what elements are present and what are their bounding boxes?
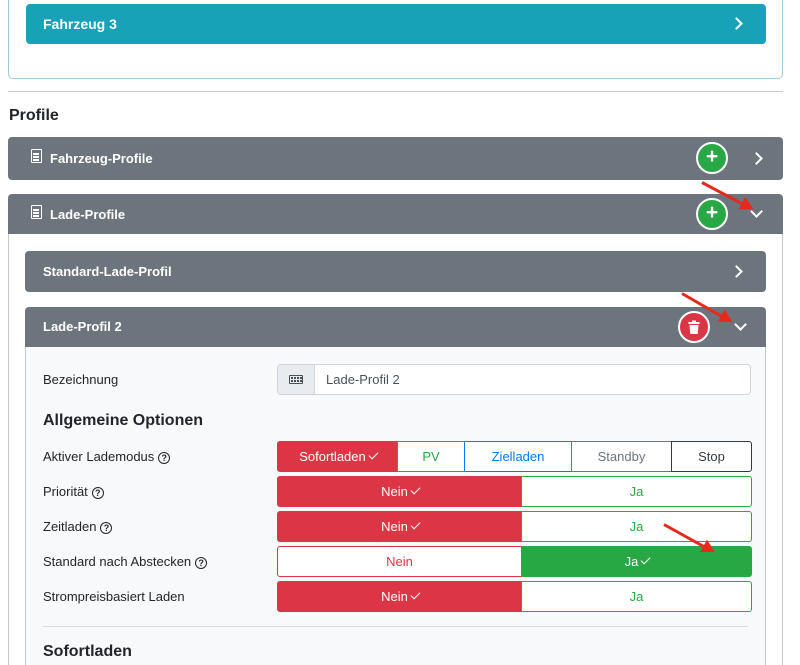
chevron-right-icon[interactable] xyxy=(730,265,743,278)
name-input-group xyxy=(277,364,751,395)
add-vehicle-profile-button[interactable]: + xyxy=(696,142,728,174)
check-icon xyxy=(640,554,651,565)
standard-profile-title: Standard-Lade-Profil xyxy=(43,264,172,279)
file-icon xyxy=(31,149,42,163)
default-unplug-yes-button[interactable]: Ja xyxy=(521,546,752,577)
default-unplug-label-text: Standard nach Abstecken xyxy=(43,554,192,569)
check-icon xyxy=(368,449,379,460)
profiles-section-title: Profile xyxy=(9,107,59,124)
priority-yes-label: Ja xyxy=(629,484,644,499)
price-based-yes-label: Ja xyxy=(629,589,644,604)
mode-sofortladen-button[interactable]: Sofortladen xyxy=(277,441,398,472)
standard-profile-header[interactable]: Standard-Lade-Profil xyxy=(25,251,766,292)
chevron-right-icon[interactable] xyxy=(730,17,743,30)
priority-label: Priorität? xyxy=(43,484,104,499)
vehicle-3-header[interactable]: Fahrzeug 3 xyxy=(26,4,766,44)
mode-pv-label: PV xyxy=(422,449,440,464)
help-icon[interactable]: ? xyxy=(91,487,104,499)
keyboard-prefix xyxy=(278,365,315,394)
priority-toggle: Nein Ja xyxy=(277,476,752,507)
default-unplug-yes-label: Ja xyxy=(624,554,639,569)
time-charging-no-label: Nein xyxy=(381,519,408,534)
name-label: Bezeichnung xyxy=(43,372,119,387)
chevron-right-icon[interactable] xyxy=(750,152,763,165)
mode-zielladen-button[interactable]: Zielladen xyxy=(464,441,572,472)
mode-stop-label: Stop xyxy=(698,449,725,464)
section-divider xyxy=(8,91,783,92)
price-based-no-label: Nein xyxy=(381,589,408,604)
name-input[interactable] xyxy=(316,365,750,394)
keyboard-icon xyxy=(289,375,303,384)
help-icon[interactable]: ? xyxy=(195,557,208,569)
price-based-yes-button[interactable]: Ja xyxy=(521,581,752,612)
trash-icon xyxy=(688,320,700,334)
check-icon xyxy=(410,589,421,600)
file-download-icon xyxy=(31,205,42,219)
priority-label-text: Priorität xyxy=(43,484,88,499)
vehicle-3-title: Fahrzeug 3 xyxy=(43,16,117,32)
default-unplug-label: Standard nach Abstecken? xyxy=(43,554,208,569)
help-icon[interactable]: ? xyxy=(158,452,171,464)
charge-profiles-header[interactable]: Lade-Profile + xyxy=(8,194,783,235)
instant-charge-title: Sofortladen xyxy=(43,643,132,660)
general-options-title: Allgemeine Optionen xyxy=(43,412,204,429)
time-charging-yes-label: Ja xyxy=(629,519,644,534)
time-charging-label: Zeitladen? xyxy=(43,519,113,534)
add-charge-profile-button[interactable]: + xyxy=(696,198,728,230)
options-divider xyxy=(43,626,748,627)
default-unplug-no-button[interactable]: Nein xyxy=(277,546,522,577)
charge-mode-group: Sofortladen PV Zielladen Standby Stop xyxy=(277,441,752,472)
profile2-title: Lade-Profil 2 xyxy=(43,319,122,334)
delete-profile-button[interactable] xyxy=(678,311,710,343)
time-charging-yes-button[interactable]: Ja xyxy=(521,511,752,542)
mode-pv-button[interactable]: PV xyxy=(397,441,465,472)
time-charging-no-button[interactable]: Nein xyxy=(277,511,522,542)
mode-standby-label: Standby xyxy=(597,449,646,464)
charge-mode-label-text: Aktiver Lademodus xyxy=(43,449,155,464)
check-icon xyxy=(410,484,421,495)
vehicle-profiles-header[interactable]: Fahrzeug-Profile + xyxy=(8,137,783,180)
priority-no-button[interactable]: Nein xyxy=(277,476,522,507)
priority-no-label: Nein xyxy=(381,484,408,499)
default-unplug-toggle: Nein Ja xyxy=(277,546,752,577)
charge-mode-label: Aktiver Lademodus? xyxy=(43,449,171,464)
charge-profiles-title: Lade-Profile xyxy=(50,207,126,222)
priority-yes-button[interactable]: Ja xyxy=(521,476,752,507)
chevron-down-icon[interactable] xyxy=(734,318,747,331)
mode-standby-button[interactable]: Standby xyxy=(571,441,672,472)
profile2-header[interactable]: Lade-Profil 2 xyxy=(25,307,766,347)
vehicle-profiles-title: Fahrzeug-Profile xyxy=(50,151,153,166)
price-based-no-button[interactable]: Nein xyxy=(277,581,522,612)
vehicle-card: Fahrzeug 3 xyxy=(8,0,783,79)
mode-sofortladen-label: Sofortladen xyxy=(299,449,366,464)
mode-stop-button[interactable]: Stop xyxy=(671,441,752,472)
time-charging-toggle: Nein Ja xyxy=(277,511,752,542)
time-charging-label-text: Zeitladen xyxy=(43,519,97,534)
default-unplug-no-label: Nein xyxy=(386,554,413,569)
mode-zielladen-label: Zielladen xyxy=(491,449,545,464)
help-icon[interactable]: ? xyxy=(100,522,113,534)
check-icon xyxy=(410,519,421,530)
price-based-label: Strompreisbasiert Laden xyxy=(43,589,185,604)
price-based-toggle: Nein Ja xyxy=(277,581,752,612)
